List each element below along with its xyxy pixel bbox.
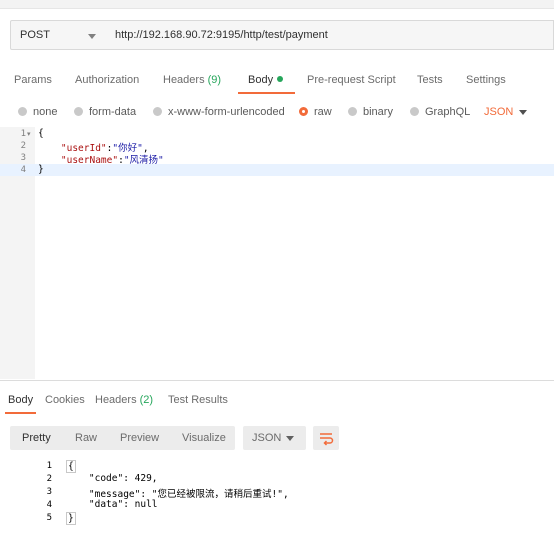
response-tab-headers[interactable]: Headers (2) [95, 394, 153, 406]
response-text: "data": null [66, 499, 158, 510]
response-text: { [66, 460, 76, 473]
code-text: } [38, 164, 44, 175]
tab-label: Params [14, 74, 52, 86]
response-line: "code": 429, [66, 473, 158, 484]
view-pretty-button[interactable]: Pretty [22, 432, 51, 444]
format-label: JSON [252, 432, 282, 444]
request-bar: POST http://192.168.90.72:9195/http/test… [0, 0, 554, 64]
response-tab-cookies[interactable]: Cookies [45, 394, 85, 406]
raw-format-select[interactable]: JSON [484, 106, 513, 118]
response-body[interactable]: 1 2 3 4 5 { "code": 429, "message": "您已经… [0, 456, 554, 548]
radio-circle [74, 107, 83, 116]
method-select[interactable]: POST [10, 20, 106, 50]
body-type-options: none form-data x-www-form-urlencoded raw… [0, 102, 554, 124]
response-text: } [66, 512, 76, 525]
json-key: "userName" [60, 155, 119, 166]
response-text: "code": 429, [66, 473, 158, 484]
response-tab-test-results[interactable]: Test Results [168, 394, 228, 406]
chevron-down-icon[interactable] [519, 110, 527, 115]
radio-label: binary [363, 106, 393, 118]
tab-headers[interactable]: Headers (9) [163, 66, 221, 94]
tab-label: Body [248, 74, 274, 86]
code-line: } [38, 164, 44, 175]
line-number: 2 [46, 474, 52, 484]
tab-label: Headers [95, 394, 137, 406]
view-preview-button[interactable]: Preview [120, 432, 159, 444]
url-text: http://192.168.90.72:9195/http/test/paym… [115, 29, 328, 41]
radio-label: raw [314, 106, 332, 118]
radio-label: none [33, 106, 58, 118]
code-text: { [38, 128, 44, 139]
radio-circle [299, 107, 308, 116]
radio-circle [18, 107, 27, 116]
radio-circle [348, 107, 357, 116]
chevron-down-icon [88, 34, 96, 39]
radio-circle [410, 107, 419, 116]
active-response-tab-underline [5, 412, 36, 414]
tab-label: Cookies [45, 394, 85, 406]
line-number: 5 [46, 513, 52, 523]
tab-label: Authorization [75, 74, 140, 86]
line-number: 1 [20, 129, 26, 139]
line-number: 4 [20, 165, 26, 175]
headers-count: (2) [139, 394, 154, 406]
tab-label: Headers [163, 74, 205, 86]
response-line: "data": null [66, 499, 158, 510]
line-number: 1 [46, 461, 52, 471]
radio-circle [153, 107, 162, 116]
tab-settings[interactable]: Settings [466, 66, 506, 94]
response-format-select[interactable]: JSON [243, 426, 306, 450]
view-mode-group: Pretty Raw Preview Visualize [10, 426, 235, 450]
radio-raw[interactable]: raw [299, 106, 332, 120]
radio-label: x-www-form-urlencoded [168, 106, 285, 118]
url-input[interactable]: http://192.168.90.72:9195/http/test/paym… [105, 20, 554, 50]
line-number: 3 [20, 153, 26, 163]
tab-label: Pre-request Script [307, 74, 396, 86]
tab-label: Tests [417, 74, 443, 86]
tab-tests[interactable]: Tests [417, 66, 443, 94]
json-string: "风清扬" [123, 155, 164, 166]
radio-graphql[interactable]: GraphQL [410, 106, 470, 120]
line-number: 2 [20, 141, 26, 151]
radio-none[interactable]: none [18, 106, 57, 120]
code-line: "userName":"风清扬" [38, 152, 164, 166]
code-line: { [38, 128, 44, 139]
tab-authorization[interactable]: Authorization [75, 66, 139, 94]
pane-divider[interactable] [0, 380, 554, 381]
line-number: 3 [46, 487, 52, 497]
view-visualize-button[interactable]: Visualize [182, 432, 226, 444]
top-strip [0, 0, 554, 9]
radio-label: form-data [89, 106, 137, 118]
response-line: "message": "您已经被限流，请稍后重试!", [66, 486, 289, 500]
response-line: } [66, 512, 76, 525]
wrap-lines-button[interactable] [313, 426, 339, 450]
method-label: POST [20, 29, 50, 41]
body-indicator-dot [277, 76, 284, 82]
line-number: 4 [46, 500, 52, 510]
fold-arrow-icon[interactable]: ▾ [27, 130, 31, 138]
tab-params[interactable]: Params [14, 66, 52, 94]
wrap-lines-icon [320, 433, 334, 446]
radio-binary[interactable]: binary [348, 106, 393, 120]
tab-label: Body [8, 394, 34, 406]
radio-x-www-form-urlencoded[interactable]: x-www-form-urlencoded [153, 106, 285, 120]
chevron-down-icon [286, 436, 294, 441]
tab-label: Settings [466, 74, 506, 86]
response-line: { [66, 460, 76, 473]
tab-pre-request-script[interactable]: Pre-request Script [307, 66, 396, 94]
radio-form-data[interactable]: form-data [74, 106, 136, 120]
radio-label: GraphQL [425, 106, 471, 118]
tab-label: Test Results [168, 394, 228, 406]
response-tab-body[interactable]: Body [8, 394, 33, 406]
active-tab-underline [238, 92, 295, 94]
tab-body[interactable]: Body [248, 66, 284, 94]
headers-count: (9) [207, 74, 222, 86]
view-raw-button[interactable]: Raw [75, 432, 97, 444]
request-body-editor[interactable]: ▾ 1 2 3 4 { "userId":"你好", "userName":"风… [0, 127, 554, 379]
